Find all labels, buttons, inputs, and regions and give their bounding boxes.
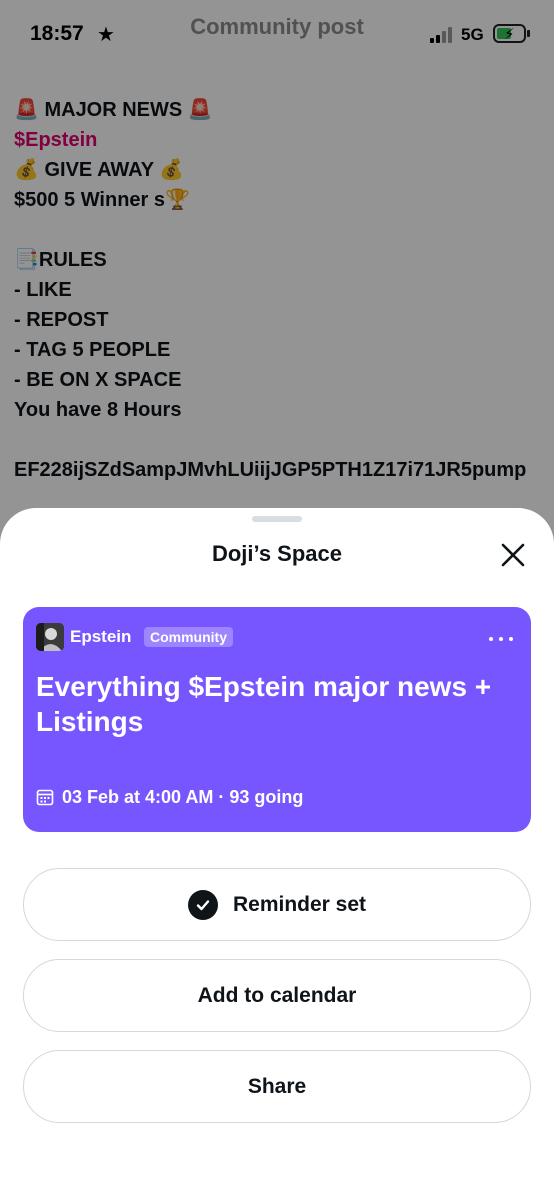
space-meta: 03 Feb at 4:00 AM · 93 going <box>36 786 303 808</box>
add-to-calendar-button[interactable]: Add to calendar <box>23 959 531 1032</box>
sheet-grabber[interactable] <box>252 516 302 522</box>
check-icon <box>187 889 218 920</box>
host-name: Epstein <box>70 627 132 646</box>
community-badge: Community <box>144 627 233 647</box>
screen: Community post 18:57 ★ 5G ⚡ 🚨 MAJOR NEWS… <box>0 0 554 1200</box>
reminder-label: Reminder set <box>232 892 367 916</box>
share-button-label: Share <box>247 1074 307 1098</box>
space-card[interactable]: Epstein Community Everything $Epstein ma… <box>23 607 531 832</box>
calendar-button-label: Add to calendar <box>197 983 357 1007</box>
share-button[interactable]: Share <box>23 1050 531 1123</box>
host-avatar <box>36 623 64 651</box>
sheet-title: Doji’s Space <box>211 541 342 566</box>
space-title: Everything $Epstein major news + Listing… <box>36 671 492 737</box>
close-icon[interactable] <box>496 538 530 572</box>
space-date-attendance: 03 Feb at 4:00 AM · 93 going <box>62 786 304 807</box>
more-icon[interactable] <box>487 631 515 647</box>
calendar-icon <box>36 788 54 806</box>
bottom-sheet: Doji’s Space Epstein Community Everythin… <box>0 508 554 1200</box>
reminder-set-button[interactable]: Reminder set <box>23 868 531 941</box>
